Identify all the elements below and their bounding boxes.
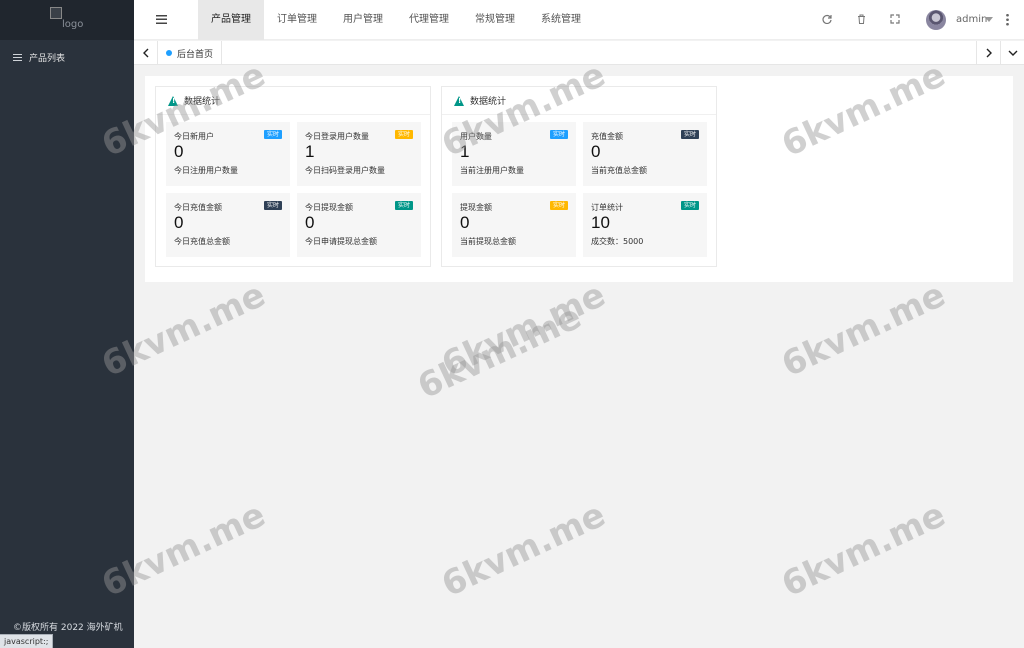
stat-label: 提现金额 [460, 203, 492, 212]
stat-card: 用户数量 实时 1 当前注册用户数量 [452, 122, 576, 186]
tab-bar: 后台首页 [134, 41, 1024, 65]
nav-system[interactable]: 系统管理 [528, 0, 594, 40]
logo[interactable]: logo [0, 0, 134, 40]
stat-desc: 今日申请提现总金额 [305, 237, 377, 246]
panel-title: 数据统计 [184, 97, 221, 107]
watermark: 6kvm.me [435, 274, 612, 386]
stat-value: 0 [174, 213, 184, 232]
user-name[interactable]: admin [956, 14, 987, 25]
sidebar-item-label: 产品列表 [29, 53, 66, 64]
watermark: 6kvm.me [775, 494, 952, 606]
stat-desc: 今日充值总金额 [174, 237, 230, 246]
stat-card: 提现金额 实时 0 当前提现总金额 [452, 193, 576, 257]
stat-card: 今日提现金额 实时 0 今日申请提现总金额 [297, 193, 421, 257]
stat-label: 今日新用户 [174, 132, 214, 141]
stat-label: 充值金额 [591, 132, 623, 141]
stat-label: 今日登录用户数量 [305, 132, 369, 141]
nav-general[interactable]: 常规管理 [462, 0, 528, 40]
logo-alt-text: logo [62, 19, 84, 30]
stat-card: 今日登录用户数量 实时 1 今日扫码登录用户数量 [297, 122, 421, 186]
stats-panel-today: 数据统计 今日新用户 实时 0 今日注册用户数量 今日登录用户数量 实时 1 今… [155, 86, 431, 267]
list-icon [13, 53, 22, 61]
stat-value: 10 [591, 213, 610, 232]
top-header: 产品管理 订单管理 用户管理 代理管理 常规管理 系统管理 admin [134, 0, 1024, 40]
status-badge: 实时 [263, 201, 282, 210]
stat-card: 充值金额 实时 0 当前充值总金额 [583, 122, 707, 186]
stat-value: 0 [174, 142, 184, 161]
broken-image-icon [50, 7, 62, 19]
tab-home-label: 后台首页 [177, 49, 214, 60]
status-badge: 实时 [394, 130, 413, 139]
more-vertical-icon[interactable] [1006, 13, 1009, 26]
stat-value: 0 [305, 213, 315, 232]
stat-label: 今日提现金额 [305, 203, 353, 212]
fullscreen-icon[interactable] [888, 12, 902, 26]
stat-desc: 当前提现总金额 [460, 237, 516, 246]
stat-desc: 当前充值总金额 [591, 166, 647, 175]
trash-icon[interactable] [854, 12, 868, 26]
stat-desc: 今日注册用户数量 [174, 166, 238, 175]
status-bar-url: javascript:; [0, 634, 54, 648]
nav-product[interactable]: 产品管理 [198, 0, 264, 40]
chevron-down-icon[interactable] [985, 17, 993, 22]
refresh-icon[interactable] [820, 12, 834, 26]
panel-title: 数据统计 [470, 97, 507, 107]
warning-icon [168, 95, 179, 106]
dashboard-card: 数据统计 今日新用户 实时 0 今日注册用户数量 今日登录用户数量 实时 1 今… [145, 76, 1013, 282]
stat-label: 今日充值金额 [174, 203, 222, 212]
panel-header: 数据统计 [442, 87, 716, 115]
sidebar-item-product-list[interactable]: 产品列表 [0, 46, 134, 68]
nav-agent[interactable]: 代理管理 [396, 0, 462, 40]
status-badge: 实时 [394, 201, 413, 210]
stat-label: 用户数量 [460, 132, 492, 141]
stat-card: 订单统计 实时 10 成交数：5000 [583, 193, 707, 257]
menu-toggle-icon[interactable] [156, 15, 167, 24]
status-badge: 实时 [549, 130, 568, 139]
stat-value: 0 [460, 213, 470, 232]
chevron-left-icon[interactable] [134, 41, 158, 65]
chevron-right-icon[interactable] [976, 41, 1000, 65]
stat-value: 0 [591, 142, 601, 161]
warning-icon [454, 95, 465, 106]
status-badge: 实时 [680, 130, 699, 139]
panel-header: 数据统计 [156, 87, 430, 115]
nav-user[interactable]: 用户管理 [330, 0, 396, 40]
stat-value: 1 [460, 142, 470, 161]
stats-panel-total: 数据统计 用户数量 实时 1 当前注册用户数量 充值金额 实时 0 当前充值总金… [441, 86, 717, 267]
watermark: 6kvm.me [775, 274, 952, 386]
main-nav: 产品管理 订单管理 用户管理 代理管理 常规管理 系统管理 [198, 0, 594, 40]
active-dot-icon [166, 50, 172, 56]
sidebar: logo 产品列表 ©版权所有 2022 海外矿机 [0, 0, 134, 648]
nav-order[interactable]: 订单管理 [264, 0, 330, 40]
stat-card: 今日充值金额 实时 0 今日充值总金额 [166, 193, 290, 257]
stat-desc: 今日扫码登录用户数量 [305, 166, 385, 175]
chevron-down-icon[interactable] [1000, 41, 1024, 65]
copyright: ©版权所有 2022 海外矿机 [13, 623, 123, 633]
avatar[interactable] [926, 10, 946, 30]
status-badge: 实时 [680, 201, 699, 210]
tab-home[interactable]: 后台首页 [166, 41, 223, 65]
stat-label: 订单统计 [591, 203, 623, 212]
stat-desc: 当前注册用户数量 [460, 166, 524, 175]
stat-value: 1 [305, 142, 315, 161]
status-badge: 实时 [263, 130, 282, 139]
watermark: 6kvm.me [435, 494, 612, 606]
stat-desc: 成交数：5000 [591, 237, 644, 246]
stat-card: 今日新用户 实时 0 今日注册用户数量 [166, 122, 290, 186]
status-badge: 实时 [549, 201, 568, 210]
watermark: 6kvm.me [411, 296, 588, 408]
